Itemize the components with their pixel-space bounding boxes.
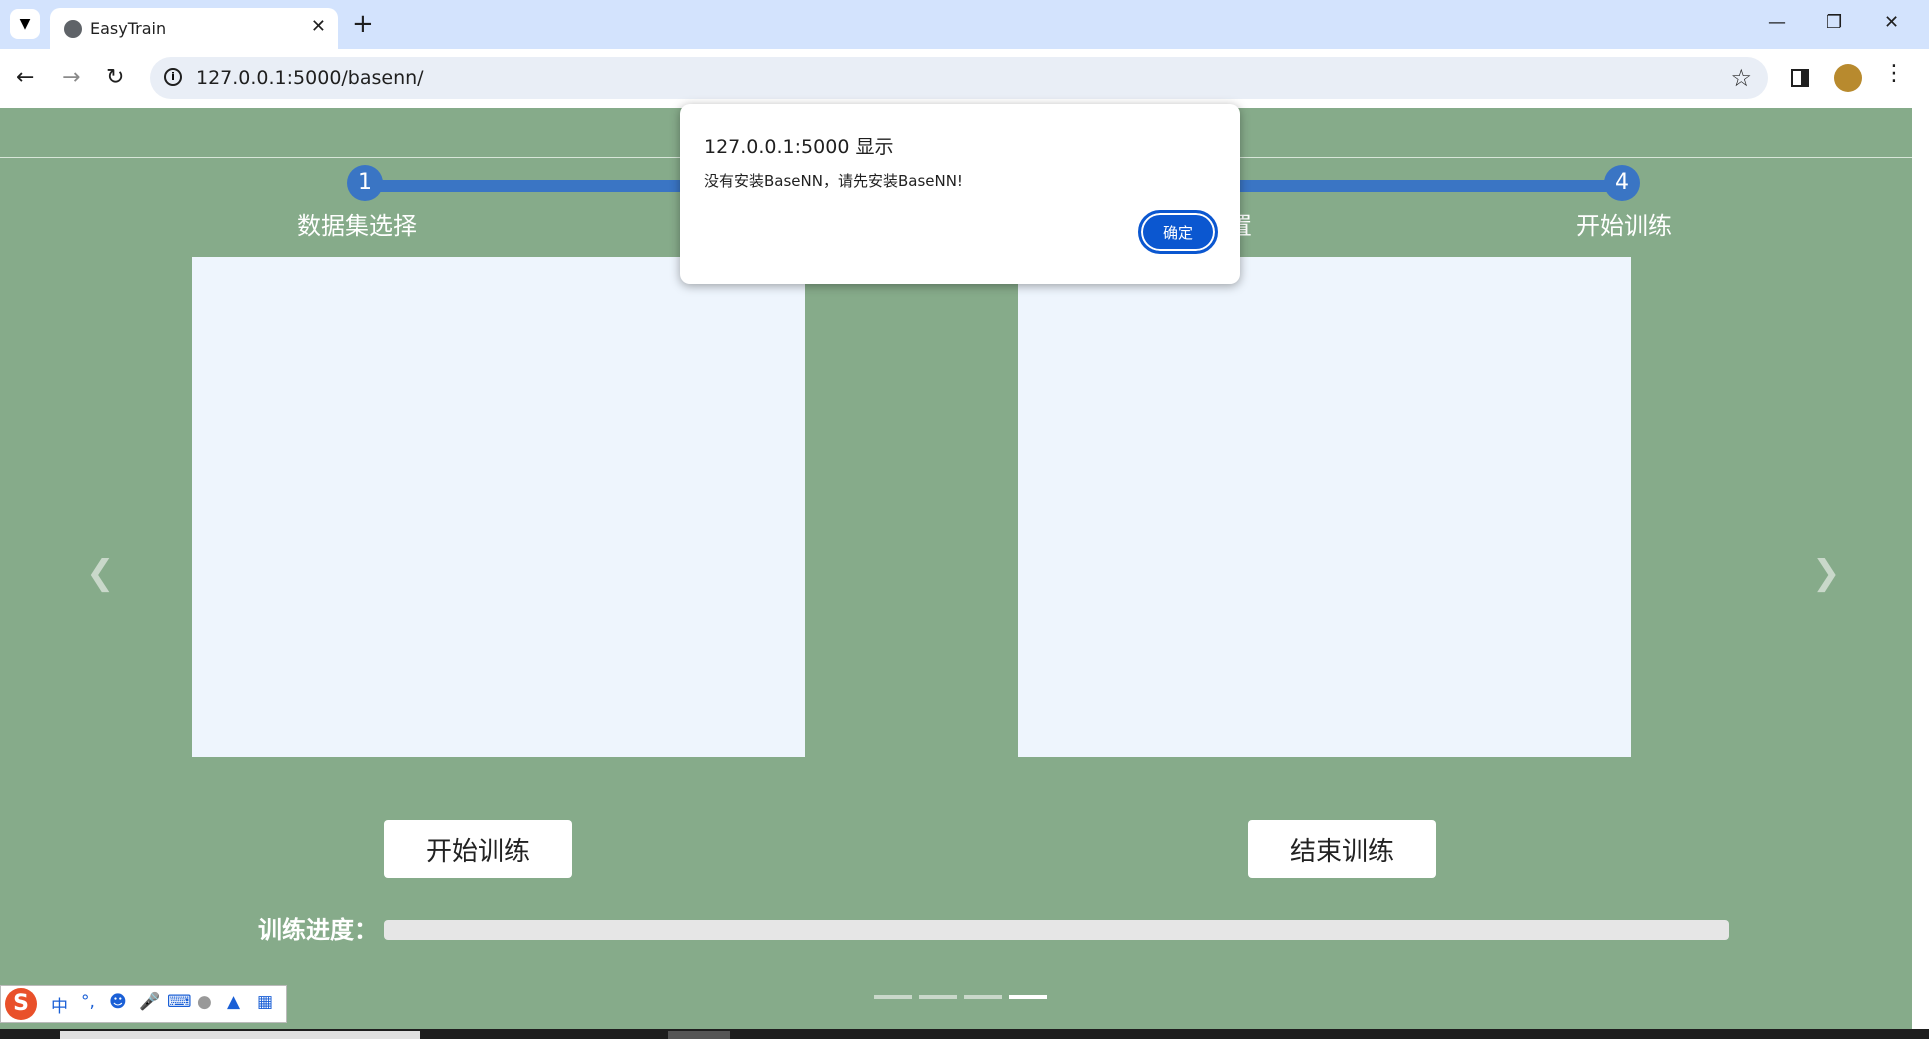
window-close-icon[interactable]: ✕ [1884,12,1899,33]
profile-avatar[interactable] [1834,64,1862,92]
alert-dialog: 127.0.0.1:5000 显示 没有安装BaseNN，请先安装BaseNN!… [680,104,1240,284]
keyboard-icon[interactable]: ⌨ [167,992,192,1012]
bookmark-star-icon[interactable]: ☆ [1730,64,1752,92]
sogou-logo-icon[interactable]: S [5,988,37,1020]
side-panel-icon[interactable] [1791,69,1809,87]
carousel-prev-icon[interactable]: ❮ [86,553,115,593]
stop-training-button[interactable]: 结束训练 [1248,820,1436,878]
minimize-icon[interactable]: — [1768,12,1786,33]
new-tab-button[interactable]: + [352,10,374,38]
restore-icon[interactable]: ❐ [1826,12,1842,33]
dialog-message: 没有安装BaseNN，请先安装BaseNN! [704,172,963,190]
step-4-label: 开始训练 [1576,212,1672,240]
step-4-circle: 4 [1604,165,1640,201]
ime-mode-toggle[interactable]: 中 [51,992,68,1017]
dialog-ok-button[interactable]: 确定 [1138,210,1218,254]
reload-icon[interactable]: ↻ [106,65,124,90]
carousel-indicator-2[interactable] [919,995,957,999]
more-menu-icon[interactable]: ⋮ [1883,61,1905,86]
globe-icon [64,20,82,38]
browser-tab[interactable]: EasyTrain ✕ [50,8,338,49]
tab-search-button[interactable]: ▼ [10,9,40,39]
info-icon[interactable]: i [164,68,182,86]
carousel-next-icon[interactable]: ❯ [1812,553,1841,593]
skin-shirt-icon[interactable]: ▲ [227,992,240,1012]
back-icon[interactable]: ← [16,65,34,90]
taskbar-active-app[interactable] [668,1031,730,1039]
dialog-title: 127.0.0.1:5000 显示 [704,136,894,158]
browser-tab-bar: ▼ EasyTrain ✕ + — ❐ ✕ [0,0,1929,49]
ime-punct-toggle[interactable]: °, [81,992,95,1012]
step-1-label: 数据集选择 [297,212,417,240]
step-progress-line-right [1240,180,1620,192]
tab-title: EasyTrain [90,19,167,38]
step-1-circle: 1 [347,165,383,201]
ime-toolbar: S 中 °, ☻ 🎤 ⌨ ● ▲ ▦ [0,985,287,1023]
chevron-down-icon: ▼ [19,16,31,32]
carousel-indicator-3[interactable] [964,995,1002,999]
forward-icon[interactable]: → [62,65,80,90]
taskbar-window[interactable] [60,1031,420,1039]
browser-toolbar: ← → ↻ i 127.0.0.1:5000/basenn/ ☆ ⋮ [0,49,1929,108]
right-chart-panel [1018,257,1631,757]
training-progress-bar [384,920,1729,940]
carousel-indicator-1[interactable] [874,995,912,999]
microphone-icon[interactable]: 🎤 [139,992,160,1012]
close-icon[interactable]: ✕ [311,16,326,37]
step-progress-line-left [366,180,686,192]
address-bar[interactable]: i 127.0.0.1:5000/basenn/ ☆ [150,57,1768,99]
progress-label: 训练进度： [258,916,378,944]
url-text: 127.0.0.1:5000/basenn/ [196,67,424,89]
apps-grid-icon[interactable]: ▦ [257,992,273,1012]
user-icon[interactable]: ● [197,992,212,1012]
carousel-indicator-4[interactable] [1009,995,1047,999]
emoji-icon[interactable]: ☻ [109,992,127,1012]
start-training-button[interactable]: 开始训练 [384,820,572,878]
page-scrollbar[interactable] [1912,49,1929,1032]
left-chart-panel [192,257,805,757]
